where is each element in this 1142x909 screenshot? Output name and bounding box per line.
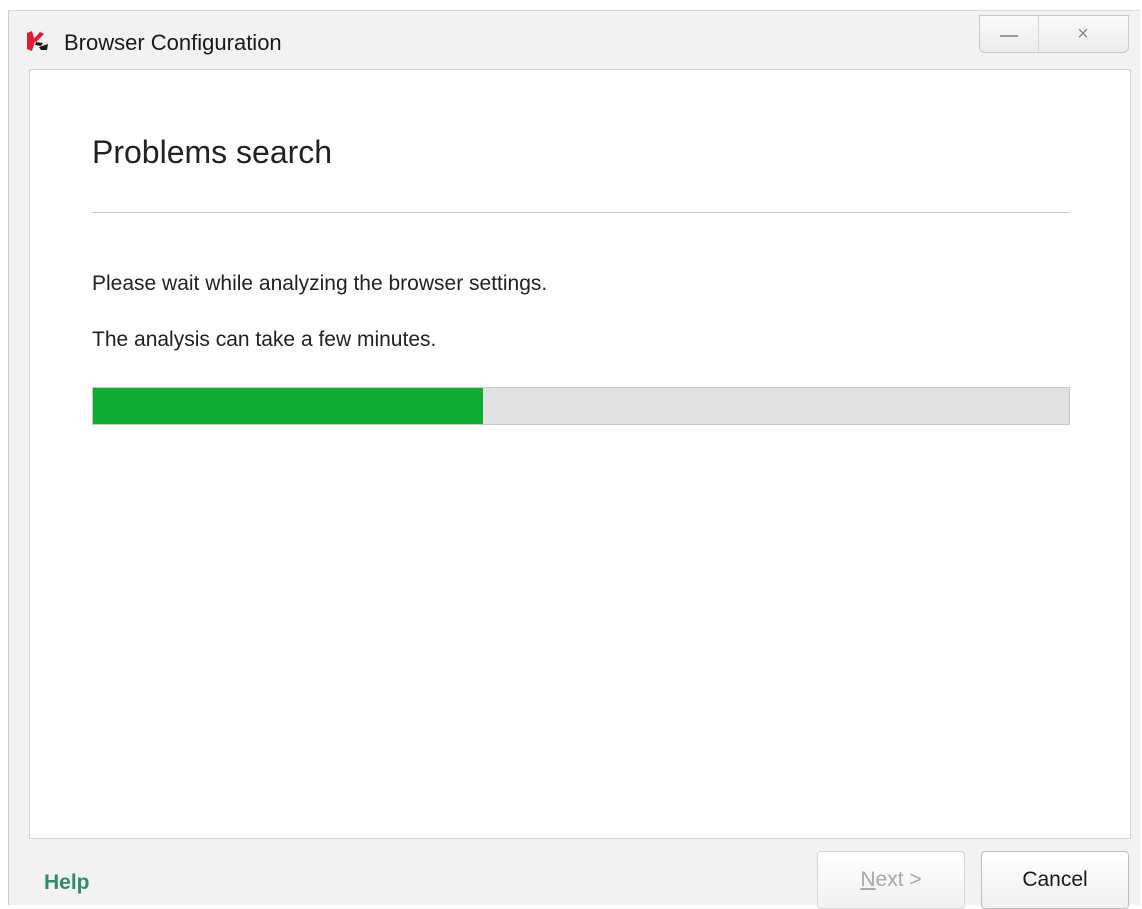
divider	[92, 212, 1070, 213]
progress-bar	[92, 387, 1070, 425]
window-controls: ×	[979, 15, 1129, 53]
next-button-label: ext >	[875, 868, 922, 891]
minimize-icon	[1000, 35, 1018, 37]
help-link[interactable]: Help	[44, 871, 90, 895]
next-button[interactable]: Next >	[817, 851, 965, 909]
content-panel: Problems search Please wait while analyz…	[29, 69, 1131, 839]
status-message-duration: The analysis can take a few minutes.	[92, 328, 437, 351]
cancel-button[interactable]: Cancel	[981, 851, 1129, 909]
title-bar[interactable]: Browser Configuration ×	[9, 11, 1140, 69]
progress-bar-fill	[93, 388, 484, 424]
close-icon: ×	[1077, 22, 1089, 45]
window-title: Browser Configuration	[64, 30, 282, 55]
close-button[interactable]: ×	[1038, 16, 1128, 52]
minimize-button[interactable]	[980, 16, 1039, 52]
next-button-mnemonic: N	[860, 868, 876, 891]
page-title: Problems search	[92, 134, 333, 170]
kaspersky-k-icon	[27, 31, 49, 51]
browser-configuration-window: Browser Configuration × Problems search …	[8, 10, 1140, 909]
status-message-wait: Please wait while analyzing the browser …	[92, 272, 548, 295]
